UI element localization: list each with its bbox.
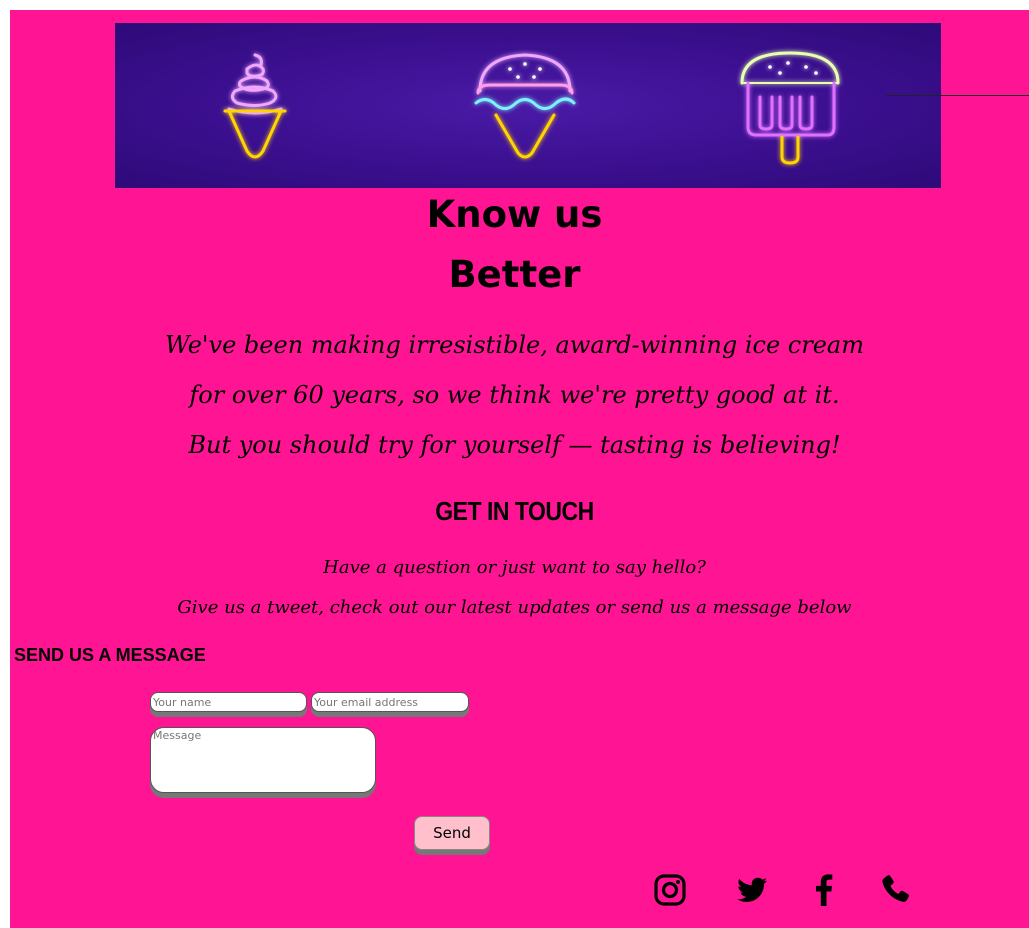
contact-subtext-line-2: Give us a tweet, check out our latest up… bbox=[177, 597, 852, 618]
soft-serve-cone-icon bbox=[223, 53, 287, 159]
intro-text-line-2: for over 60 years, so we think we're pre… bbox=[189, 381, 840, 409]
message-textarea[interactable] bbox=[150, 727, 376, 793]
contact-subtext-line-1: Have a question or just want to say hell… bbox=[323, 557, 706, 578]
intro-text-line-3: But you should try for yourself — tastin… bbox=[188, 431, 841, 459]
get-in-touch-heading: GET IN TOUCH bbox=[435, 496, 594, 526]
send-message-heading: SEND US A MESSAGE bbox=[14, 645, 206, 665]
phone-icon[interactable] bbox=[878, 872, 914, 908]
banner-divider-line bbox=[886, 95, 1029, 96]
page-title-line-2: Better bbox=[448, 253, 581, 296]
scoop-cone-icon bbox=[474, 53, 576, 159]
intro-text-line-1: We've been making irresistible, award-wi… bbox=[165, 331, 864, 359]
name-input[interactable] bbox=[150, 692, 307, 712]
page-title-line-1: Know us bbox=[426, 193, 603, 236]
facebook-icon[interactable] bbox=[806, 872, 842, 908]
popsicle-icon bbox=[740, 51, 840, 165]
email-input[interactable] bbox=[311, 692, 469, 712]
instagram-icon[interactable] bbox=[652, 872, 688, 908]
twitter-icon[interactable] bbox=[734, 872, 770, 908]
send-button[interactable]: Send bbox=[414, 816, 490, 850]
ice-cream-banner bbox=[115, 23, 941, 188]
